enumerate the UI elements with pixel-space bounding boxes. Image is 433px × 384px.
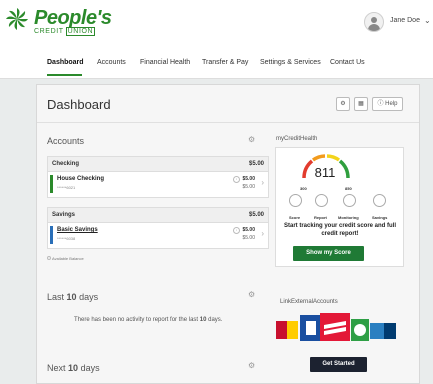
nav-financial-health[interactable]: Financial Health [140,59,190,66]
accounts-title: Accounts [47,136,85,146]
credit-score-value: 811 [314,165,336,180]
monitoring-icon [343,194,356,207]
account-balance: $5.00 [242,227,255,233]
nav-active-underline [47,74,82,76]
last-count: 10 [66,292,77,302]
last-days-title: Last 10 days [47,292,98,302]
gear-icon[interactable]: ⚙ [248,135,255,144]
checking-header: Checking $5.00 [48,157,268,172]
nav-accounts[interactable]: Accounts [97,59,126,66]
group-total: $5.00 [248,161,264,167]
account-name-link[interactable]: House Checking [57,176,104,182]
next-days-title: Next 10 days [47,363,100,373]
savings-icon [373,194,386,207]
mycredithealth-title: myCreditHealth [276,136,318,142]
divider [37,122,419,123]
account-balance: $5.00 [242,176,255,182]
account-color-bar [50,226,53,244]
next-count: 10 [68,363,79,373]
group-label: Checking [52,161,80,167]
page-title: Dashboard [47,97,111,112]
chevron-down-icon[interactable]: ⌄ [424,16,431,25]
score-range-min: 300 [300,186,307,191]
user-icon[interactable] [364,12,384,32]
msg-suffix: days. [208,317,223,323]
info-icon[interactable]: i [233,227,240,234]
chevron-right-icon[interactable]: › [261,229,264,238]
pinwheel-icon [6,8,28,30]
checking-group: Checking $5.00 House Checking ******6021… [47,156,269,198]
main-nav: Dashboard Accounts Financial Health Tran… [0,48,433,79]
show-my-score-button[interactable]: Show my Score [293,246,364,261]
group-total: $5.00 [248,212,264,218]
account-number: ******6021 [57,185,76,190]
account-number: ******6038 [57,236,76,241]
account-available: $5.00 [242,235,255,241]
brand-sub-left: CREDIT [34,28,64,35]
print-button[interactable]: ▦ [354,97,368,111]
nav-dashboard[interactable]: Dashboard [47,59,84,66]
nav-transfer-pay[interactable]: Transfer & Pay [202,59,248,66]
account-color-bar [50,175,53,193]
nav-settings-services[interactable]: Settings & Services [260,59,321,66]
customize-button[interactable]: ⚙ [336,97,350,111]
last-suffix: days [79,292,99,302]
brand-subtitle: CREDIT UNION [34,27,96,36]
score-range-max: 850 [345,186,352,191]
link-external-title: LinkExternalAccounts [280,299,338,305]
help-label: Help [385,101,398,107]
help-icon: ⓘ [377,101,384,107]
nav-contact-us[interactable]: Contact Us [330,59,365,66]
user-name[interactable]: Jane Doe [390,17,420,24]
feature-score: Score [289,215,301,220]
brand-logo[interactable]: People's CREDIT UNION [4,6,112,37]
gear-icon[interactable]: ⚙ [248,290,255,299]
next-prefix: Next [47,363,66,373]
account-name-link[interactable]: Basic Savings [57,227,98,233]
group-label: Savings [52,212,76,218]
last-prefix: Last [47,292,65,302]
no-activity-message: There has been no activity to report for… [74,317,222,323]
next-suffix: days [80,363,100,373]
savings-group: Savings $5.00 Basic Savings ******6038 i… [47,207,269,249]
account-available: $5.00 [242,184,255,190]
gear-icon[interactable]: ⚙ [248,361,255,370]
mycredithealth-message: Start tracking your credit score and ful… [283,223,397,237]
report-icon [315,194,328,207]
feature-report: Report [314,215,327,220]
savings-header: Savings $5.00 [48,208,268,223]
feature-savings: Savings [372,215,388,220]
bank-logos-icon [276,313,396,341]
msg-count: 10 [199,317,207,323]
bar-chart-icon [289,194,302,207]
available-balance-note: Available Balance [52,256,84,261]
info-icon [47,256,51,260]
get-started-button[interactable]: Get Started [310,357,367,372]
help-button[interactable]: ⓘ Help [372,97,403,111]
brand-sub-box: UNION [65,27,96,36]
chevron-right-icon[interactable]: › [261,178,264,187]
info-icon[interactable]: i [233,176,240,183]
feature-monitoring: Monitoring [338,215,359,220]
msg-prefix: There has been no activity to report for… [74,317,199,323]
top-bar: People's CREDIT UNION Jane Doe ⌄ [0,0,433,49]
